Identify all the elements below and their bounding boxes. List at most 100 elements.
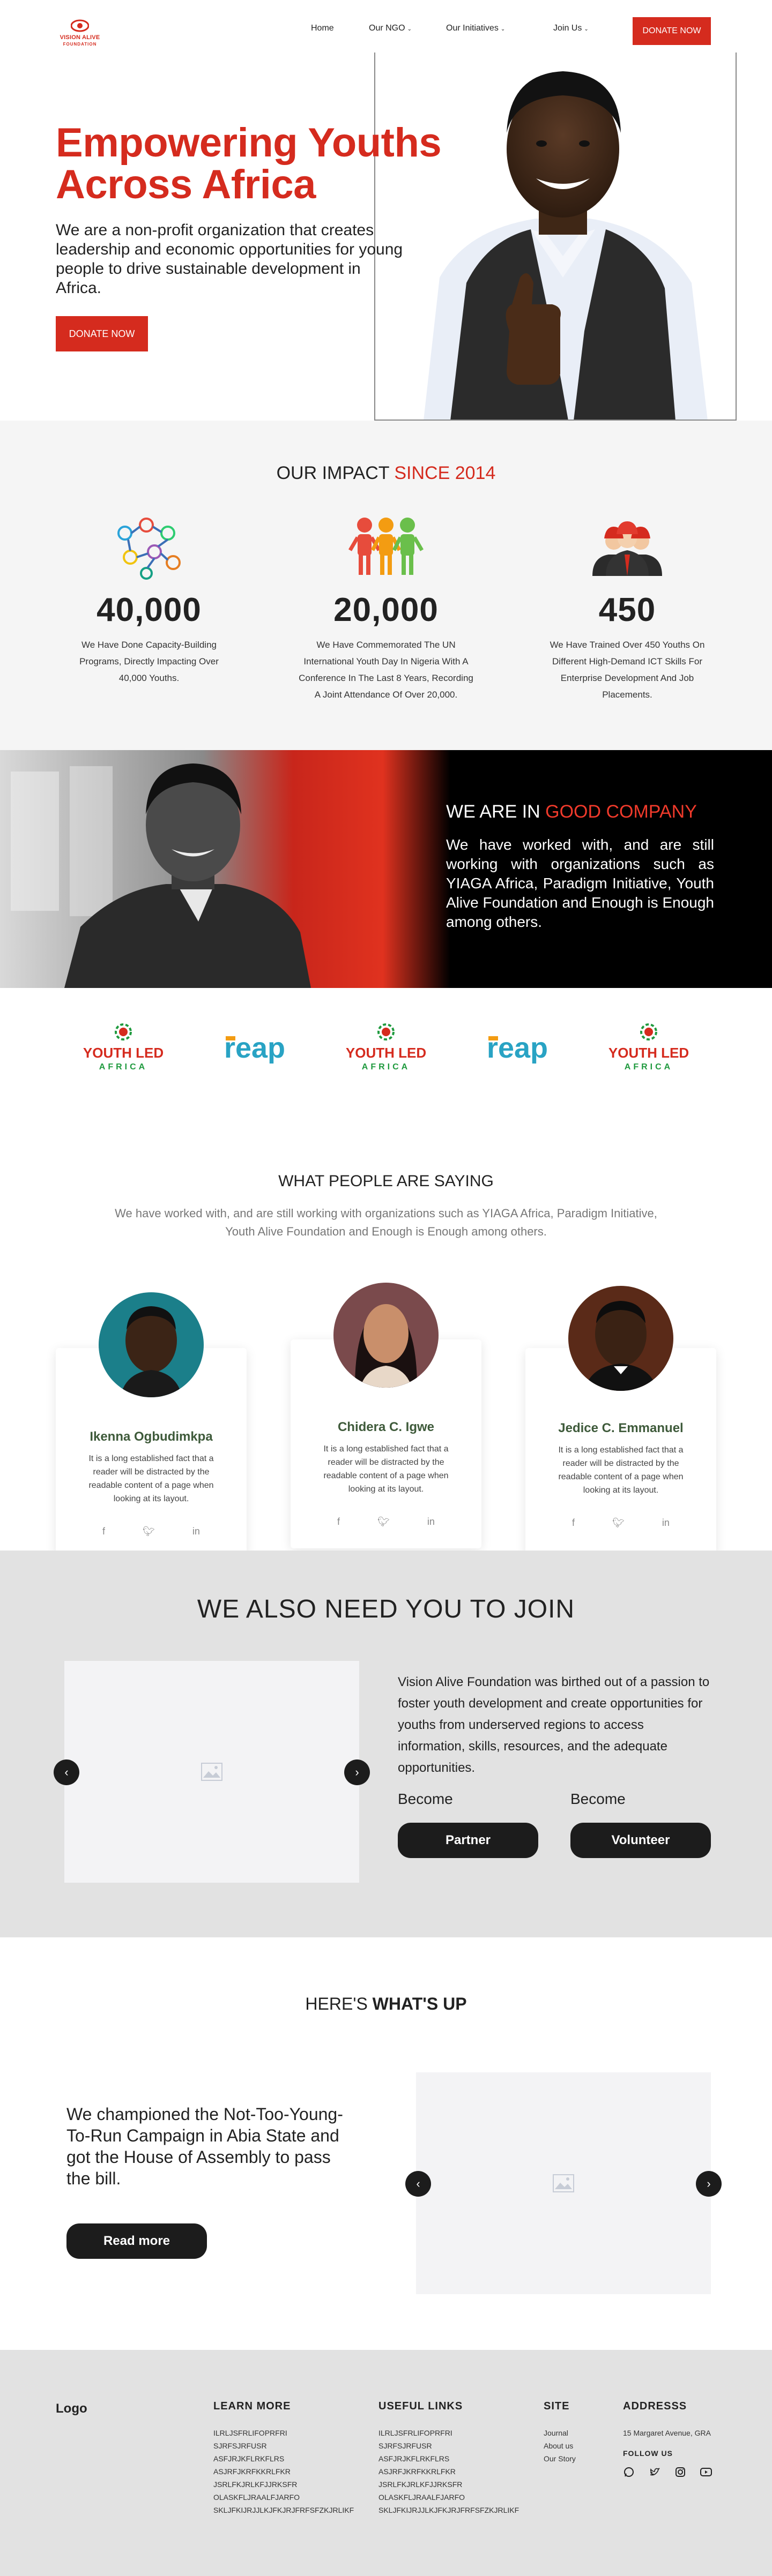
carousel-prev-button[interactable]: ‹ bbox=[405, 2171, 431, 2197]
image-placeholder-icon bbox=[553, 2174, 574, 2192]
impact-text: We Have Commemorated The UN Internationa… bbox=[299, 640, 473, 700]
footer-link[interactable]: SKLJFKIJRJJLKJFKJRJFRFSFZKJRLIKF bbox=[378, 2504, 519, 2517]
nav-home[interactable]: Home bbox=[311, 24, 334, 33]
hero-title-line1: Empowering Youths bbox=[56, 120, 442, 166]
facebook-icon[interactable]: f bbox=[572, 1517, 575, 1529]
linkedin-icon[interactable]: in bbox=[427, 1516, 435, 1527]
testimonials-subtitle: We have worked with, and are still worki… bbox=[115, 1207, 657, 1238]
impact-number: 20,000 bbox=[333, 591, 439, 628]
company-title-text: WE ARE IN bbox=[446, 802, 546, 822]
twitter-icon[interactable]: 🐦︎ bbox=[612, 1517, 625, 1529]
footer-link[interactable]: SJRFSJRFUSR bbox=[213, 2439, 354, 2452]
workers-helmet-icon bbox=[592, 521, 662, 576]
footer-link-journal[interactable]: Journal bbox=[544, 2427, 576, 2439]
footer-social-icons bbox=[623, 2466, 712, 2478]
nav-our-initiatives[interactable]: Our Initiatives ⌄ bbox=[446, 24, 505, 33]
impact-number: 450 bbox=[598, 591, 656, 628]
linkedin-icon[interactable]: in bbox=[662, 1517, 670, 1529]
footer-site: SITE Journal About us Our Story bbox=[544, 2400, 576, 2465]
testimonials-section: WHAT PEOPLE ARE SAYING We have worked wi… bbox=[0, 1127, 772, 1551]
testimonial-text: It is a long established fact that a rea… bbox=[323, 1444, 449, 1494]
footer-link-our-story[interactable]: Our Story bbox=[544, 2452, 576, 2465]
hero-image bbox=[374, 53, 737, 421]
carousel-next-button[interactable]: › bbox=[696, 2171, 722, 2197]
chevron-down-icon: ⌄ bbox=[407, 26, 412, 32]
twitter-icon[interactable] bbox=[649, 2466, 660, 2478]
footer-link-about-us[interactable]: About us bbox=[544, 2439, 576, 2452]
whats-up-section: HERE'S WHAT'S UP We championed the Not-T… bbox=[0, 1937, 772, 2350]
join-description: Vision Alive Foundation was birthed out … bbox=[398, 1675, 710, 1775]
footer-address: ADDRESSS 15 Margaret Avenue, GRA FOLLOW … bbox=[623, 2400, 712, 2478]
footer-link[interactable]: OLASKFLJRAALFJARFO bbox=[378, 2491, 519, 2504]
chevron-down-icon: ⌄ bbox=[584, 26, 589, 32]
chevron-down-icon: ⌄ bbox=[500, 26, 506, 32]
footer-link[interactable]: ASJRFJKRFKKRLFKR bbox=[378, 2465, 519, 2478]
footer-link[interactable]: SKLJFKIJRJJLKJFKJRJFRFSFZKJRLIKF bbox=[213, 2504, 354, 2517]
partner-logo-youth-led-africa[interactable]: YOUTH LED AFRICA bbox=[600, 1016, 697, 1075]
hero-title-line2: Across Africa bbox=[56, 162, 316, 207]
footer-link[interactable]: SJRFSJRFUSR bbox=[378, 2439, 519, 2452]
partner-logo-line1: YOUTH LED bbox=[83, 1045, 164, 1061]
hero-donate-button[interactable]: DONATE NOW bbox=[56, 316, 148, 351]
footer-link[interactable]: ILRLJSFRLIFOPRFRI bbox=[378, 2427, 519, 2439]
twitter-icon[interactable]: 🐦︎ bbox=[377, 1516, 390, 1527]
linkedin-icon[interactable]: in bbox=[192, 1526, 200, 1537]
footer-heading: LEARN MORE bbox=[213, 2400, 291, 2412]
footer-link[interactable]: ILRLJSFRLIFOPRFRI bbox=[213, 2427, 354, 2439]
impact-item: 450 We Have Trained Over 450 Youths On D… bbox=[525, 512, 729, 703]
volunteer-button[interactable]: Volunteer bbox=[570, 1823, 711, 1858]
footer-link[interactable]: JSRLFKJRLKFJJRKSFR bbox=[378, 2478, 519, 2491]
facebook-icon[interactable]: f bbox=[102, 1526, 105, 1537]
testimonial-text: It is a long established fact that a rea… bbox=[558, 1446, 684, 1495]
whatsapp-icon[interactable] bbox=[623, 2466, 635, 2478]
company-title-accent: GOOD COMPANY bbox=[545, 802, 697, 822]
join-title: WE ALSO NEED YOU TO JOIN bbox=[197, 1595, 575, 1623]
impact-title-accent: SINCE 2014 bbox=[394, 463, 496, 483]
company-text-block: WE ARE IN GOOD COMPANY We have worked wi… bbox=[446, 802, 714, 932]
footer-logo[interactable]: Logo bbox=[56, 2401, 87, 2416]
impact-section: OUR IMPACT SINCE 2014 40,000 We Have Don… bbox=[0, 421, 772, 750]
partner-logo-line2: AFRICA bbox=[99, 1062, 147, 1072]
partner-logo-youth-led-africa[interactable]: YOUTH LED AFRICA bbox=[75, 1016, 172, 1075]
footer-heading: SITE bbox=[544, 2400, 570, 2412]
testimonial-social-links: f 🐦︎ in bbox=[525, 1517, 716, 1529]
instagram-icon[interactable] bbox=[674, 2466, 686, 2478]
header-donate-button[interactable]: DONATE NOW bbox=[633, 17, 711, 45]
avatar bbox=[568, 1286, 673, 1391]
partners-section: YOUTH LED AFRICA reap YOUTH LED AFRICA r… bbox=[0, 988, 772, 1127]
facebook-icon[interactable]: f bbox=[337, 1516, 340, 1527]
partner-logo-reap[interactable]: reap bbox=[206, 1016, 303, 1075]
footer-link[interactable]: ASFJRJKFLRKFLRS bbox=[378, 2452, 519, 2465]
carousel-next-button[interactable]: › bbox=[344, 1759, 370, 1785]
impact-text: We Have Done Capacity-Building Programs,… bbox=[79, 640, 219, 683]
footer-link[interactable]: ASFJRJKFLRKFLRS bbox=[213, 2452, 354, 2465]
nav-join-us[interactable]: Join Us ⌄ bbox=[553, 24, 589, 33]
whats-up-title: HERE'S WHAT'S UP bbox=[0, 1994, 772, 2014]
read-more-button[interactable]: Read more bbox=[66, 2223, 207, 2259]
company-image bbox=[0, 750, 450, 988]
footer-link[interactable]: JSRLFKJRLKFJJRKSFR bbox=[213, 2478, 354, 2491]
partner-logo-youth-led-africa[interactable]: YOUTH LED AFRICA bbox=[338, 1016, 434, 1075]
footer-link[interactable]: OLASKFLJRAALFJARFO bbox=[213, 2491, 354, 2504]
footer-link[interactable]: ASJRFJKRFKKRLFKR bbox=[213, 2465, 354, 2478]
twitter-icon[interactable]: 🐦︎ bbox=[143, 1526, 155, 1537]
nav-our-ngo[interactable]: Our NGO ⌄ bbox=[369, 24, 412, 33]
partner-button[interactable]: Partner bbox=[398, 1823, 538, 1858]
site-footer: Logo LEARN MORE ILRLJSFRLIFOPRFRI SJRFSJ… bbox=[0, 2350, 772, 2576]
avatar bbox=[99, 1292, 204, 1397]
chevron-right-icon: › bbox=[707, 2177, 711, 2190]
address-line: 15 Margaret Avenue, GRA bbox=[623, 2429, 711, 2437]
carousel-prev-button[interactable]: ‹ bbox=[54, 1759, 79, 1785]
partner-logo-line1: YOUTH LED bbox=[346, 1045, 426, 1061]
nav-our-initiatives-label: Our Initiatives bbox=[446, 24, 499, 33]
partner-logo-reap[interactable]: reap bbox=[469, 1016, 566, 1075]
youtube-icon[interactable] bbox=[700, 2466, 712, 2478]
chevron-left-icon: ‹ bbox=[64, 1765, 69, 1779]
people-group-icon bbox=[348, 518, 424, 575]
site-logo[interactable]: VISION ALIVE FOUNDATION bbox=[56, 17, 104, 51]
chevron-left-icon: ‹ bbox=[416, 2177, 420, 2190]
testimonial-name: Jedice C. Emmanuel bbox=[558, 1421, 684, 1435]
become-label: Become bbox=[398, 1791, 453, 1807]
become-label: Become bbox=[570, 1791, 626, 1807]
footer-link-list: Journal About us Our Story bbox=[544, 2427, 576, 2465]
